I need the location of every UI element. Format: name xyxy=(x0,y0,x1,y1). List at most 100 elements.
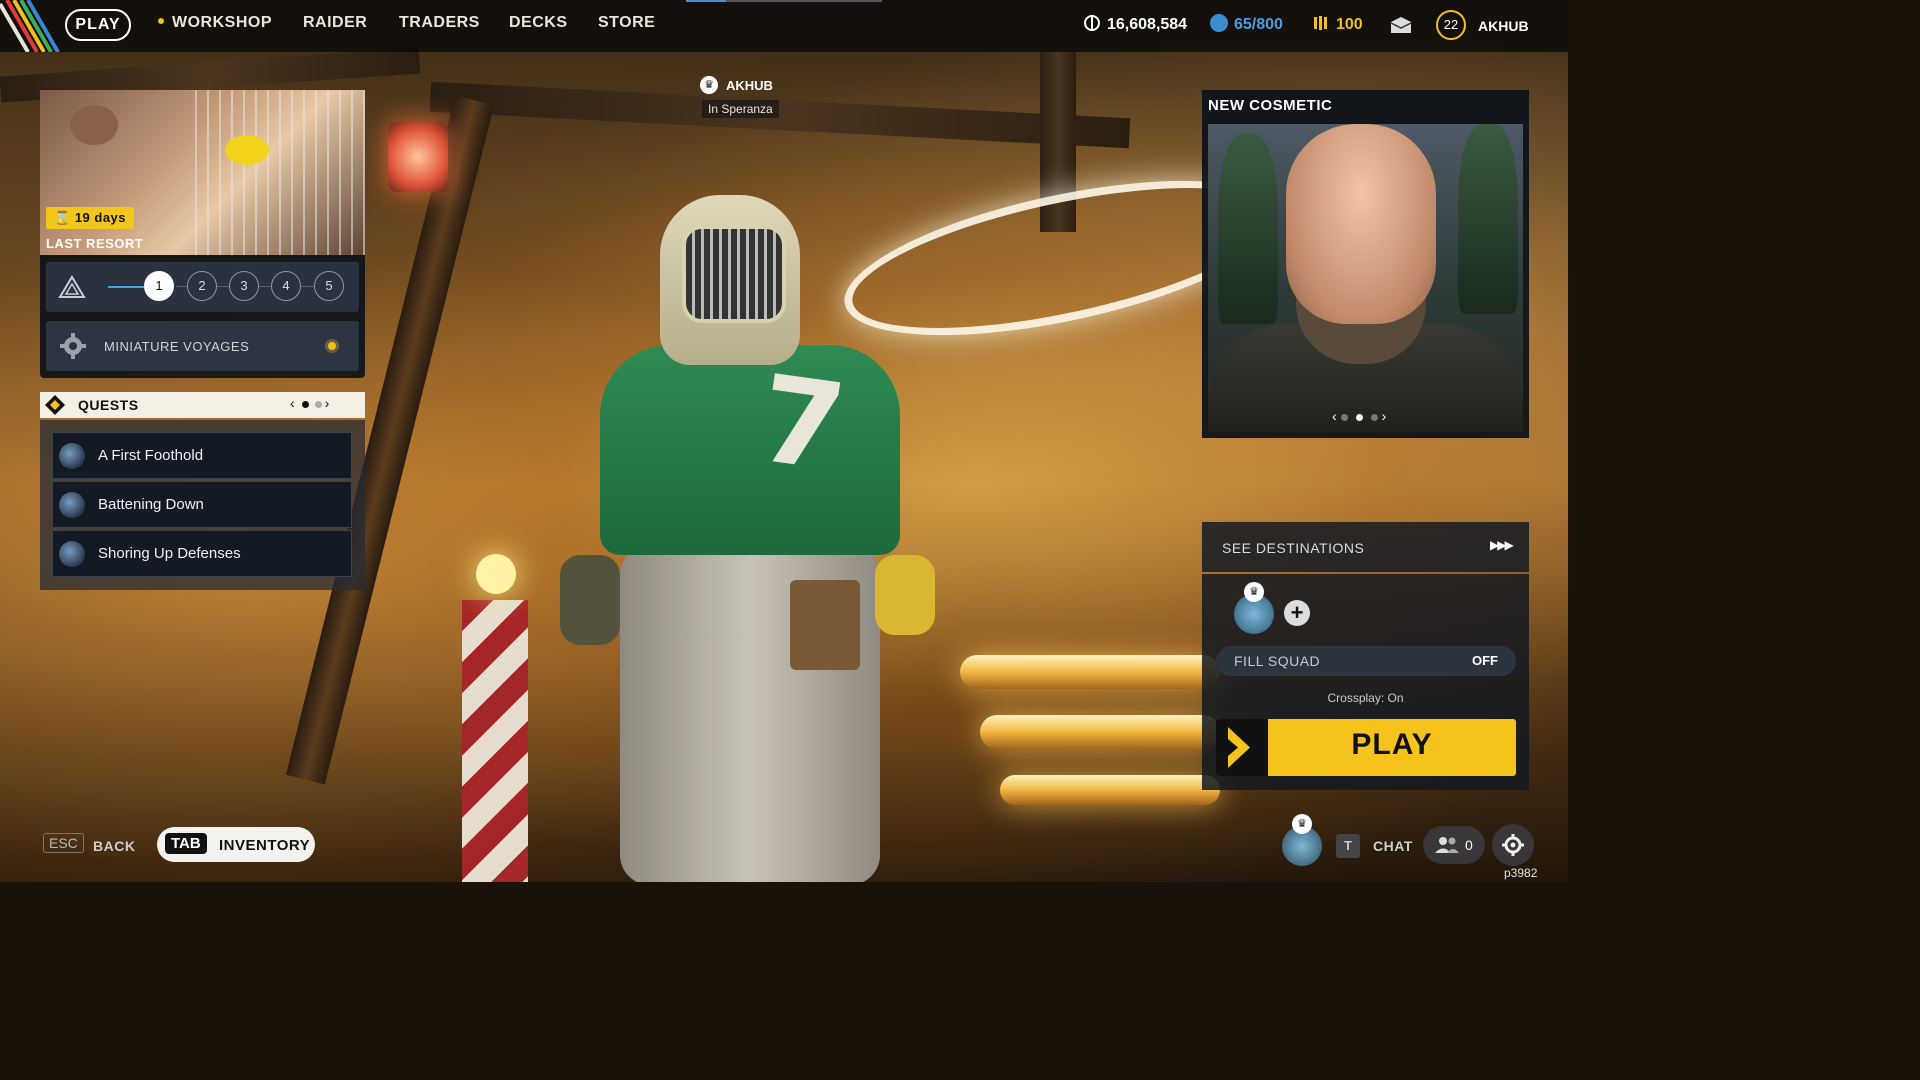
timer-value: 19 days xyxy=(74,210,127,225)
settings-button[interactable] xyxy=(1492,824,1534,866)
add-squad-member-icon[interactable]: + xyxy=(1284,600,1310,626)
last-resort-banner xyxy=(40,90,365,255)
quest-label: Battening Down xyxy=(98,496,204,513)
fill-squad-toggle[interactable]: FILL SQUAD OFF xyxy=(1216,646,1516,676)
fill-squad-label: FILL SQUAD xyxy=(1234,653,1321,669)
carousel-dot xyxy=(1340,413,1348,421)
inventory-button[interactable]: TAB INVENTORY xyxy=(157,827,315,862)
nav-raider[interactable]: RAIDER xyxy=(303,14,367,32)
friends-count: 0 xyxy=(1465,837,1473,853)
build-version: p3982 xyxy=(1504,866,1538,880)
nav-store[interactable]: STORE xyxy=(598,14,655,32)
tokens-value: 65/800 xyxy=(1234,16,1283,34)
quest-avatar xyxy=(59,541,85,567)
play-chevron-icon xyxy=(1216,719,1268,776)
step-4[interactable]: 4 xyxy=(271,271,301,301)
quest-label: A First Foothold xyxy=(98,447,204,464)
step-2[interactable]: 2 xyxy=(187,271,217,301)
timer-badge: ⌛ 19 days xyxy=(46,207,135,229)
quests-list: A First Foothold Battening Down Shoring … xyxy=(40,420,365,590)
new-indicator-dot xyxy=(328,342,336,350)
tokens-display[interactable]: 65/800 xyxy=(1210,14,1283,34)
chat-button[interactable]: CHAT xyxy=(1373,838,1413,854)
quest-item[interactable]: Shoring Up Defenses xyxy=(52,530,352,577)
quests-title: QUESTS xyxy=(78,397,139,413)
friends-button[interactable]: 0 xyxy=(1423,826,1485,864)
step-1[interactable]: 1 xyxy=(144,271,174,301)
level-badge[interactable]: 22 xyxy=(1436,10,1466,40)
inventory-label: INVENTORY xyxy=(219,837,311,854)
friends-icon xyxy=(1435,837,1459,853)
player-name: AKHUB xyxy=(726,77,773,93)
top-nav: PLAY WORKSHOP RAIDER TRADERS DECKS STORE… xyxy=(0,0,1568,52)
nav-play-tab[interactable]: PLAY xyxy=(65,9,131,41)
quests-pager[interactable]: ‹ › xyxy=(290,395,333,411)
chevron-left-icon[interactable]: ‹ xyxy=(290,395,299,411)
quest-item[interactable]: Battening Down xyxy=(52,481,352,528)
nav-decks[interactable]: DECKS xyxy=(509,14,568,32)
quest-item[interactable]: A First Foothold xyxy=(52,432,352,479)
page-dot-2 xyxy=(314,400,322,408)
cosmetic-carousel-nav[interactable]: ‹ › xyxy=(1332,408,1386,424)
quest-avatar xyxy=(59,443,85,469)
back-button[interactable]: ESC xyxy=(43,833,84,853)
cosmetic-title: NEW COSMETIC xyxy=(1208,97,1333,114)
page-dot-1 xyxy=(301,400,309,408)
credits-icon xyxy=(1084,15,1100,31)
striped-barrier xyxy=(462,600,528,882)
back-label[interactable]: BACK xyxy=(93,838,135,854)
see-destinations-label: SEE DESTINATIONS xyxy=(1222,540,1365,556)
new-cosmetic-panel[interactable]: NEW COSMETIC ‹ › xyxy=(1202,90,1529,438)
crossplay-status: Crossplay: On xyxy=(1327,691,1404,705)
chevron-right-icon[interactable]: › xyxy=(325,395,334,411)
quest-diamond-icon xyxy=(45,395,65,415)
crown-icon: ♛ xyxy=(700,76,718,94)
lamp xyxy=(476,554,516,594)
carousel-dot xyxy=(1355,413,1363,421)
username[interactable]: AKHUB xyxy=(1478,18,1529,34)
nav-workshop-label: WORKSHOP xyxy=(172,14,272,31)
quest-avatar xyxy=(59,492,85,518)
cosmetic-image: ‹ › xyxy=(1208,124,1523,432)
reward-miniature-voyages[interactable]: MINIATURE VOYAGES xyxy=(46,321,359,371)
credits-value: 16,608,584 xyxy=(1107,16,1188,34)
nav-workshop[interactable]: WORKSHOP xyxy=(158,14,272,32)
quest-label: Shoring Up Defenses xyxy=(98,545,241,562)
coins-display[interactable]: 100 xyxy=(1312,16,1363,34)
signal-light xyxy=(388,122,448,192)
last-resort-panel[interactable]: ⌛ 19 days LAST RESORT 1 2 3 4 5 MINIATUR… xyxy=(40,90,365,378)
logo-stripes xyxy=(0,0,60,52)
progress-track: 1 2 3 4 5 xyxy=(46,262,359,312)
player-tag: ♛ AKHUB In Speranza xyxy=(700,76,779,118)
hourglass-icon: ⌛ xyxy=(54,210,71,225)
player-character: 7 xyxy=(560,195,940,882)
nav-progress-bar xyxy=(686,0,726,2)
chevron-right-icon[interactable]: › xyxy=(1382,408,1387,424)
step-3[interactable]: 3 xyxy=(229,271,259,301)
rank-triangle-icon xyxy=(58,275,86,298)
quests-header: QUESTS ‹ › xyxy=(40,392,365,418)
play-button[interactable]: PLAY xyxy=(1216,719,1516,776)
gear-icon xyxy=(60,333,86,359)
chevron-left-icon[interactable]: ‹ xyxy=(1332,408,1337,424)
token-icon xyxy=(1210,14,1228,32)
reward-label: MINIATURE VOYAGES xyxy=(104,339,250,354)
chat-key: T xyxy=(1336,834,1360,858)
notification-dot xyxy=(158,17,164,24)
gear-icon xyxy=(1502,834,1524,856)
mail-icon[interactable] xyxy=(1390,16,1412,34)
see-destinations-button[interactable]: SEE DESTINATIONS ▶▶▶ xyxy=(1202,522,1529,572)
fill-squad-value: OFF xyxy=(1472,653,1498,668)
last-resort-title: LAST RESORT xyxy=(46,236,144,251)
credits-display[interactable]: 16,608,584 xyxy=(1083,15,1188,34)
nav-progress-track xyxy=(726,0,882,2)
nav-traders[interactable]: TRADERS xyxy=(399,14,480,32)
step-5[interactable]: 5 xyxy=(314,271,344,301)
play-label: PLAY xyxy=(1351,728,1433,761)
crown-icon: ♛ xyxy=(1244,582,1264,602)
coins-icon xyxy=(1314,16,1327,30)
player-location: In Speranza xyxy=(702,100,779,118)
squad-panel: ♛ + FILL SQUAD OFF Crossplay: On PLAY xyxy=(1202,574,1529,790)
carousel-dot xyxy=(1370,413,1378,421)
esc-key: ESC xyxy=(43,833,84,853)
